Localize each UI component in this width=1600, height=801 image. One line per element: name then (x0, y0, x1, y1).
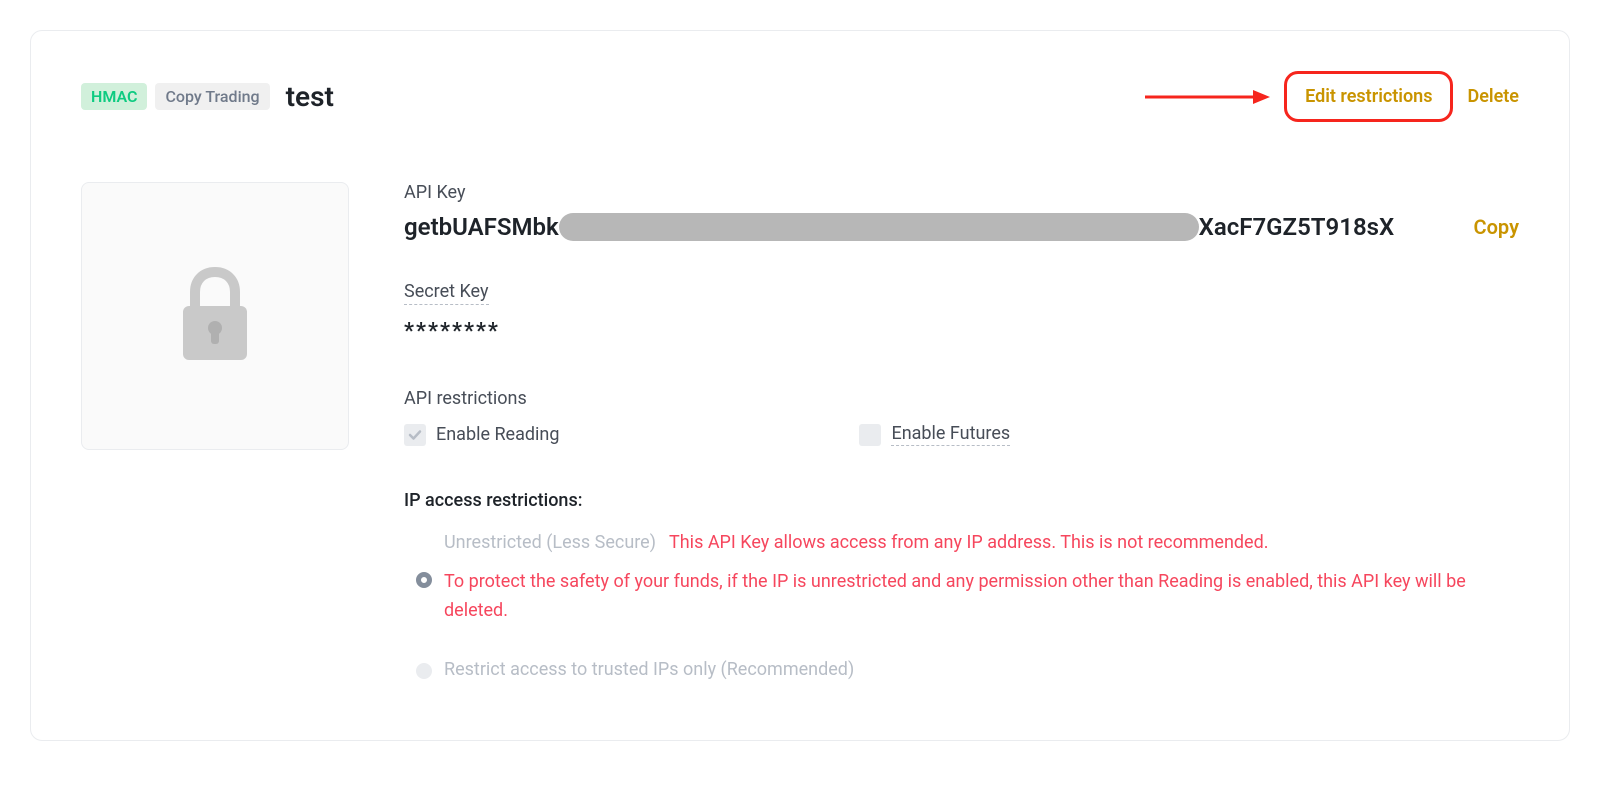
header-right: Edit restrictions Delete (1145, 71, 1519, 122)
enable-futures-checkbox[interactable]: Enable Futures (859, 423, 1010, 446)
ip-option-restricted[interactable]: Restrict access to trusted IPs only (Rec… (404, 659, 1519, 680)
unrestricted-muted-text: Unrestricted (Less Secure) (444, 532, 656, 553)
details-column: API Key getbUAFSMbk XacF7GZ5T918sX Copy … (404, 182, 1519, 690)
copy-trading-badge: Copy Trading (155, 83, 269, 110)
lock-icon (175, 266, 255, 366)
api-key-row: getbUAFSMbk XacF7GZ5T918sX Copy (404, 213, 1519, 241)
header-left: HMAC Copy Trading test (81, 80, 334, 113)
api-key-value: getbUAFSMbk XacF7GZ5T918sX (404, 213, 1454, 241)
restricted-option-label: Restrict access to trusted IPs only (Rec… (444, 659, 854, 680)
unrestricted-warning-2: To protect the safety of your funds, if … (444, 568, 1519, 626)
api-key-suffix: XacF7GZ5T918sX (1199, 213, 1395, 241)
secret-key-label: Secret Key (404, 281, 489, 305)
content-row: API Key getbUAFSMbk XacF7GZ5T918sX Copy … (81, 182, 1519, 690)
ip-option-text: Unrestricted (Less Secure) This API Key … (444, 529, 1269, 558)
secret-key-value: ******** (404, 319, 1519, 344)
radio-selected-icon (416, 572, 432, 588)
enable-reading-label: Enable Reading (436, 424, 559, 445)
enable-reading-checkbox[interactable]: Enable Reading (404, 424, 559, 446)
ip-restrictions-label: IP access restrictions: (404, 490, 1519, 511)
qr-placeholder (81, 182, 349, 450)
enable-futures-label: Enable Futures (891, 423, 1010, 446)
restrictions-row: Enable Reading Enable Futures (404, 423, 1519, 446)
api-key-redacted-mask (559, 213, 1199, 241)
copy-api-key-button[interactable]: Copy (1474, 215, 1519, 239)
api-key-card: HMAC Copy Trading test Edit restrictions… (30, 30, 1570, 741)
hmac-badge: HMAC (81, 83, 147, 110)
checkbox-checked-icon (404, 424, 426, 446)
api-restrictions-label: API restrictions (404, 388, 1519, 409)
ip-option-unrestricted-line1: Unrestricted (Less Secure) This API Key … (404, 529, 1519, 558)
card-header: HMAC Copy Trading test Edit restrictions… (81, 71, 1519, 122)
ip-option-unrestricted-line2[interactable]: To protect the safety of your funds, if … (404, 568, 1519, 626)
delete-button[interactable]: Delete (1467, 86, 1519, 107)
annotation-arrow-icon (1145, 87, 1270, 107)
checkbox-unchecked-icon (859, 424, 881, 446)
unrestricted-warning-1: This API Key allows access from any IP a… (669, 532, 1268, 553)
radio-unselected-icon (416, 663, 432, 679)
api-key-name: test (286, 80, 334, 113)
api-key-label: API Key (404, 182, 1519, 203)
edit-restrictions-button[interactable]: Edit restrictions (1284, 71, 1453, 122)
api-key-prefix: getbUAFSMbk (404, 213, 559, 241)
